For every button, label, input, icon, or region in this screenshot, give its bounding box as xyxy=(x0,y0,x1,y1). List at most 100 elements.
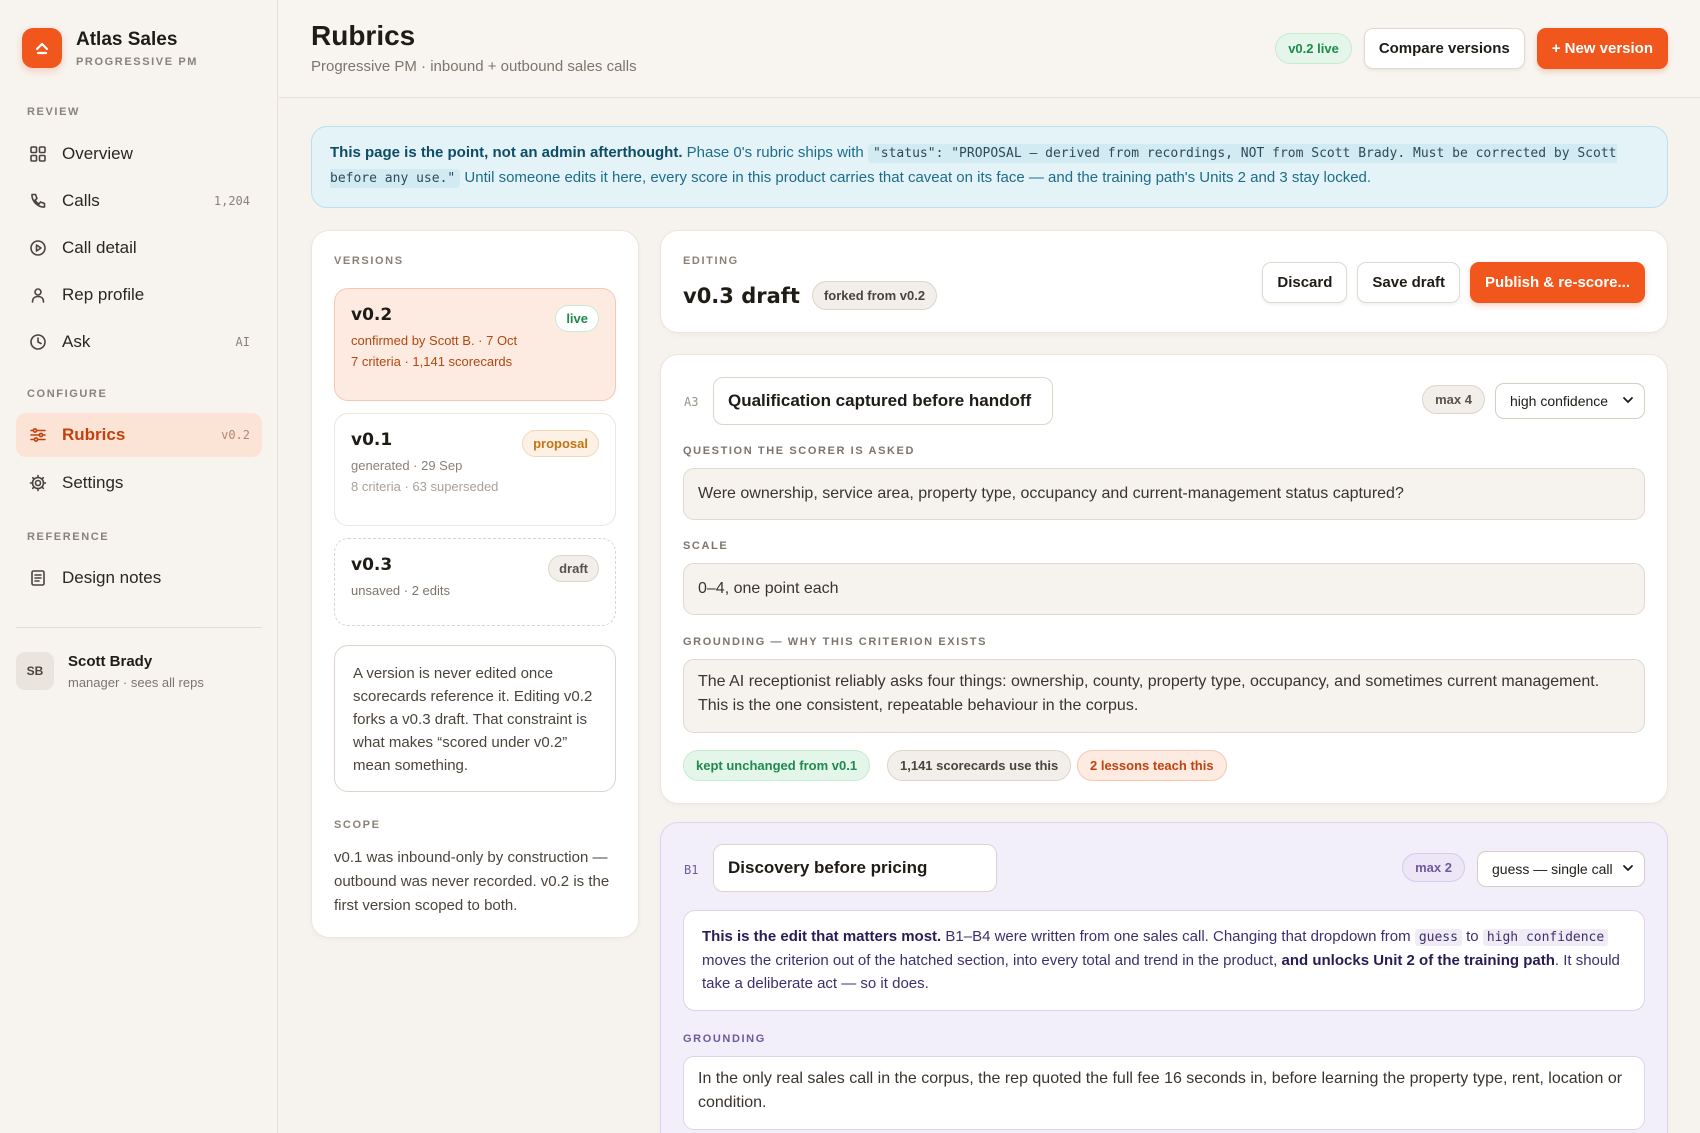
scale-label: SCALE xyxy=(683,540,729,552)
ai-badge: AI xyxy=(235,335,250,349)
banner-heading: This page is the point, not an admin aft… xyxy=(330,144,683,161)
gear-icon xyxy=(28,473,48,493)
sidebar-item-label: Ask xyxy=(62,332,91,351)
sidebar-item-rep-profile[interactable]: Rep profile xyxy=(16,273,262,317)
version-item-v0-2[interactable]: v0.2 live confirmed by Scott B. · 7 Oct … xyxy=(334,288,616,401)
criterion-name-input[interactable]: Discovery before pricing xyxy=(713,844,997,892)
rubric-version-badge: v0.2 xyxy=(221,428,250,442)
version-status-badge: live xyxy=(555,305,599,332)
sidebar-item-label: Rep profile xyxy=(62,285,145,304)
lessons-tag[interactable]: 2 lessons teach this xyxy=(1077,750,1227,781)
page-subtitle: Progressive PM · inbound + outbound sale… xyxy=(311,58,637,75)
confidence-select-value: guess — single call xyxy=(1492,861,1613,877)
sidebar-item-label: Settings xyxy=(62,473,124,492)
sidebar-item-rubrics[interactable]: Rubrics v0.2 xyxy=(16,413,262,457)
sliders-icon xyxy=(28,425,48,445)
save-draft-button[interactable]: Save draft xyxy=(1357,262,1460,303)
confidence-select[interactable]: guess — single call xyxy=(1477,851,1645,887)
section-label-configure: CONFIGURE xyxy=(27,388,108,400)
callout-code-guess: guess xyxy=(1414,929,1462,946)
sidebar-item-label: Calls xyxy=(62,191,100,210)
sidebar-item-label: Design notes xyxy=(62,568,162,587)
scorecards-use-tag: 1,141 scorecards use this xyxy=(887,750,1072,781)
live-version-pill: v0.2 live xyxy=(1275,33,1352,64)
discard-button[interactable]: Discard xyxy=(1262,262,1348,303)
chevron-down-icon xyxy=(1622,393,1634,409)
user-card[interactable]: SB Scott Brady manager · sees all reps xyxy=(16,652,204,690)
page-title: Rubrics xyxy=(311,20,416,51)
grounding-field[interactable]: In the only real sales call in the corpu… xyxy=(683,1056,1645,1130)
forked-from-pill: forked from v0.2 xyxy=(811,281,938,310)
sidebar-divider xyxy=(16,627,262,628)
editing-title-row: v0.3 draft forked from v0.2 xyxy=(683,281,938,310)
confidence-select[interactable]: high confidence xyxy=(1495,383,1645,419)
chevron-down-icon xyxy=(1622,861,1634,877)
publish-button[interactable]: Publish & re-score... xyxy=(1469,262,1645,303)
version-meta: confirmed by Scott B. · 7 Oct xyxy=(351,333,518,348)
section-label-reference: REFERENCE xyxy=(27,531,110,543)
scope-text: v0.1 was inbound-only by construction — … xyxy=(334,849,610,914)
brand-subtitle: PROGRESSIVE PM xyxy=(76,55,199,68)
avatar: SB xyxy=(16,652,54,690)
max-score-pill: max 2 xyxy=(1402,853,1465,882)
version-meta: unsaved · 2 edits xyxy=(351,583,451,598)
edit-importance-callout: This is the edit that matters most. B1–B… xyxy=(683,910,1645,1011)
brand: Atlas Sales PROGRESSIVE PM xyxy=(22,28,198,68)
version-stats: 7 criteria · 1,141 scorecards xyxy=(351,354,513,369)
max-score-pill: max 4 xyxy=(1422,385,1485,414)
version-stats: 8 criteria · 63 superseded xyxy=(351,479,499,494)
callout-heading: This is the edit that matters most. xyxy=(702,928,942,945)
callout-text: B1–B4 were written from one sales call. … xyxy=(945,928,1411,945)
question-field[interactable]: Were ownership, service area, property t… xyxy=(683,468,1645,520)
version-status-badge: draft xyxy=(548,555,599,582)
scope-label: SCOPE xyxy=(334,819,381,831)
version-status-badge: proposal xyxy=(522,430,599,457)
grid-icon xyxy=(28,144,48,164)
sidebar-item-call-detail[interactable]: Call detail xyxy=(16,226,262,270)
brand-name: Atlas Sales xyxy=(76,28,178,50)
sidebar-item-ask[interactable]: Ask AI xyxy=(16,320,262,364)
question-label: QUESTION THE SCORER IS ASKED xyxy=(683,445,916,457)
clock-icon xyxy=(28,332,48,352)
sidebar-item-overview[interactable]: Overview xyxy=(16,132,262,176)
compare-versions-button[interactable]: Compare versions xyxy=(1363,28,1525,69)
sidebar-item-design-notes[interactable]: Design notes xyxy=(16,556,262,600)
grounding-label: GROUNDING xyxy=(683,1033,766,1045)
calls-count: 1,204 xyxy=(213,194,250,208)
versions-panel: VERSIONS v0.2 live confirmed by Scott B.… xyxy=(311,230,639,938)
brand-logo-icon xyxy=(22,28,62,68)
banner-text: Phase 0's rubric ships with xyxy=(686,144,864,161)
grounding-label: GROUNDING — WHY THIS CRITERION EXISTS xyxy=(683,636,988,648)
new-version-button[interactable]: + New version xyxy=(1536,28,1668,69)
sidebar-item-label: Rubrics xyxy=(62,425,126,444)
editing-panel: EDITING v0.3 draft forked from v0.2 Disc… xyxy=(660,230,1668,333)
kept-unchanged-tag: kept unchanged from v0.1 xyxy=(683,750,871,781)
criterion-card-b1: B1 Discovery before pricing max 2 guess … xyxy=(660,822,1668,1133)
sidebar-item-settings[interactable]: Settings xyxy=(16,461,262,505)
play-circle-icon xyxy=(28,238,48,258)
section-label-review: REVIEW xyxy=(27,106,80,118)
criterion-name-input[interactable]: Qualification captured before handoff xyxy=(713,377,1053,425)
immutability-note: A version is never edited once scorecard… xyxy=(334,645,616,792)
grounding-field[interactable]: The AI receptionist reliably asks four t… xyxy=(683,659,1645,733)
criterion-code: B1 xyxy=(684,863,699,877)
proposal-banner: This page is the point, not an admin aft… xyxy=(311,126,1668,208)
sidebar: Atlas Sales PROGRESSIVE PM REVIEW Overvi… xyxy=(0,0,278,1133)
header-actions: v0.2 live Compare versions + New version xyxy=(1275,28,1668,69)
callout-text: to xyxy=(1466,928,1479,945)
confidence-select-value: high confidence xyxy=(1510,393,1609,409)
versions-label: VERSIONS xyxy=(334,255,404,267)
user-name: Scott Brady xyxy=(68,652,153,670)
user-icon xyxy=(28,285,48,305)
sidebar-item-label: Call detail xyxy=(62,238,137,257)
page-header: Rubrics Progressive PM · inbound + outbo… xyxy=(279,0,1700,98)
callout-text: moves the criterion out of the hatched s… xyxy=(702,952,1278,969)
phone-icon xyxy=(28,191,48,211)
version-item-v0-1[interactable]: v0.1 proposal generated · 29 Sep 8 crite… xyxy=(334,413,616,526)
banner-text: Until someone edits it here, every score… xyxy=(464,169,1372,186)
scale-field[interactable]: 0–4, one point each xyxy=(683,563,1645,615)
version-item-v0-3[interactable]: v0.3 draft unsaved · 2 edits xyxy=(334,538,616,626)
sidebar-item-label: Overview xyxy=(62,144,133,163)
sidebar-item-calls[interactable]: Calls 1,204 xyxy=(16,179,262,223)
user-role: manager · sees all reps xyxy=(68,674,204,690)
